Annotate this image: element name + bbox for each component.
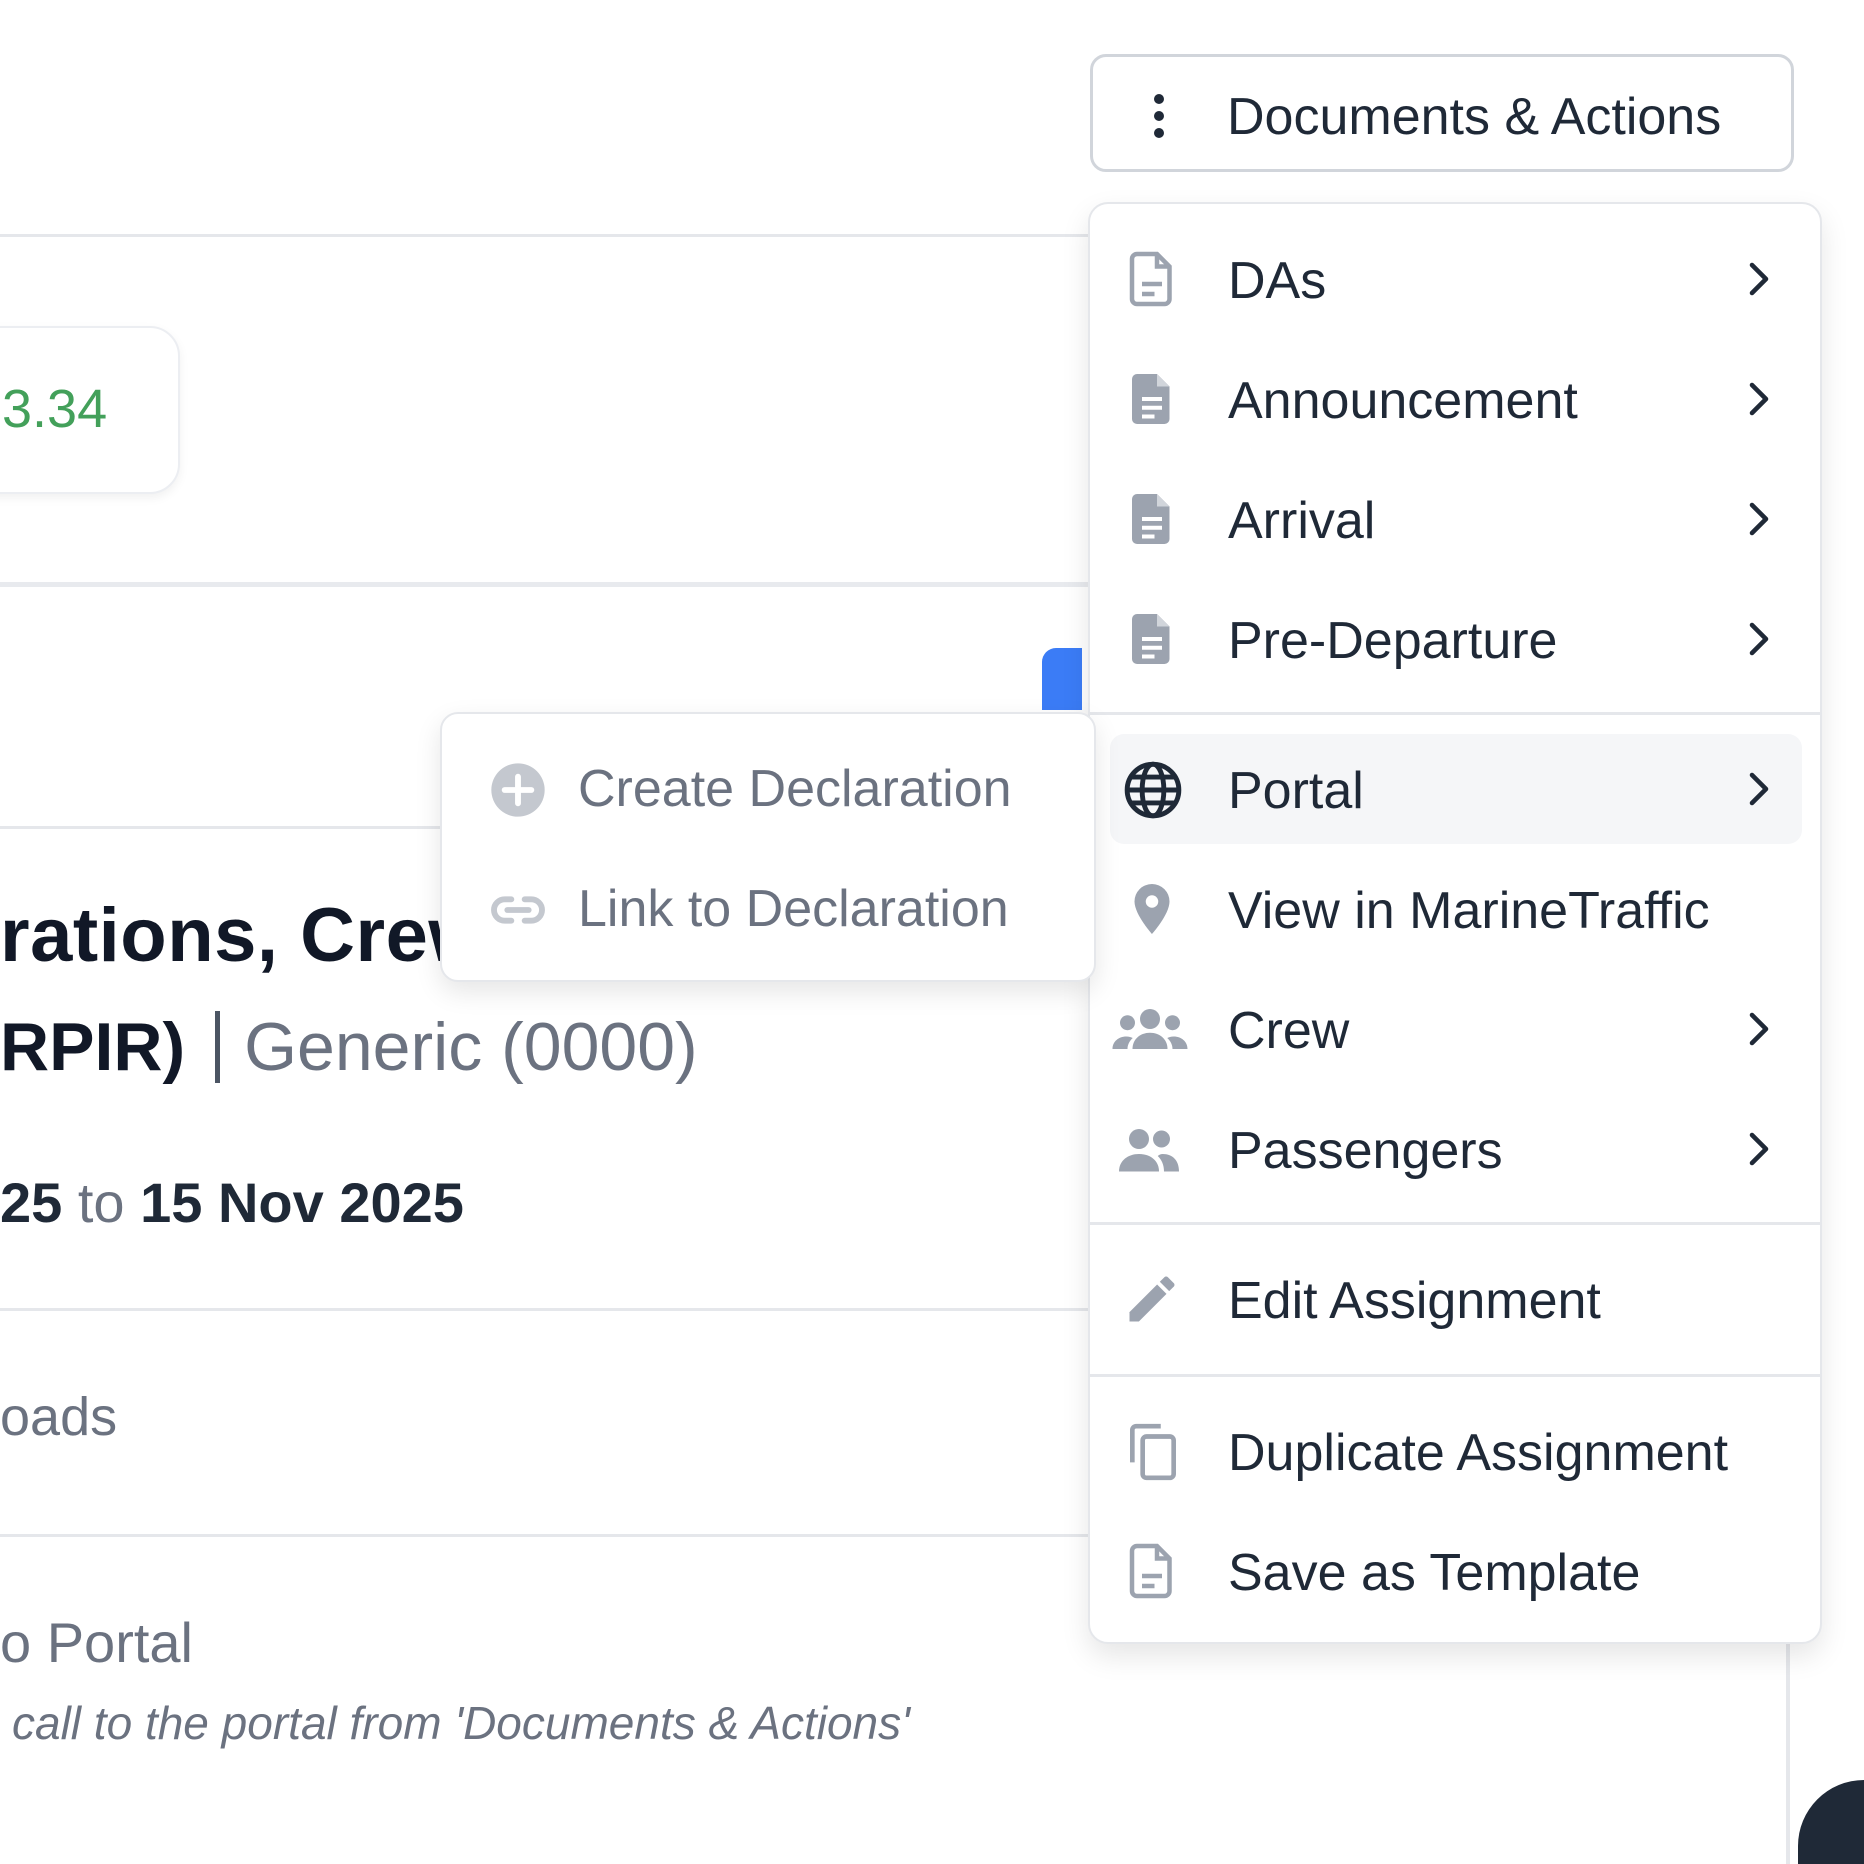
subtitle-separator [215, 1011, 221, 1083]
pencil-icon [1122, 1269, 1182, 1329]
amount-value: 3.34 [2, 379, 108, 439]
section-divider-3 [0, 1308, 1100, 1311]
document-outline-icon [1122, 1541, 1182, 1601]
document-outline-icon [1122, 249, 1182, 309]
documents-actions-label: Documents & Actions [1227, 88, 1722, 146]
submenu-item-link-to-declaration[interactable]: Link to Declaration [442, 852, 1094, 962]
chevron-right-icon [1738, 618, 1780, 660]
portal-section-hint: call to the portal from 'Documents & Act… [12, 1697, 910, 1749]
header-divider [0, 234, 1100, 237]
date-end: 15 Nov 2025 [140, 1171, 464, 1234]
chevron-right-icon [1738, 1128, 1780, 1170]
subtitle-code: RPIR) [0, 1009, 186, 1085]
chevron-right-icon [1738, 498, 1780, 540]
menu-item-label: Portal [1228, 762, 1364, 820]
submenu-item-label: Link to Declaration [578, 880, 1009, 938]
menu-item-arrival[interactable]: Arrival [1110, 464, 1802, 574]
menu-divider [1090, 1374, 1820, 1377]
menu-item-label: Passengers [1228, 1122, 1503, 1180]
section-divider-4 [0, 1534, 1100, 1537]
menu-item-portal[interactable]: Portal [1110, 734, 1802, 844]
menu-item-announcement[interactable]: Announcement [1110, 344, 1802, 454]
menu-item-label: Crew [1228, 1002, 1350, 1060]
menu-item-label: Arrival [1228, 492, 1376, 550]
menu-item-label: Edit Assignment [1228, 1272, 1601, 1330]
assignment-title: rations, Crew [0, 893, 488, 978]
blue-tab-indicator[interactable] [1042, 648, 1082, 710]
documents-actions-button[interactable]: Documents & Actions [1090, 54, 1794, 172]
chevron-right-icon [1738, 1008, 1780, 1050]
documents-actions-menu: DAs Announcement Arrival Pre-Departure P… [1088, 202, 1822, 1644]
menu-divider [1090, 712, 1820, 715]
chevron-right-icon [1738, 258, 1780, 300]
date-to: to [77, 1171, 125, 1234]
link-icon [486, 878, 550, 942]
menu-item-label: Pre-Departure [1228, 612, 1558, 670]
submenu-item-create-declaration[interactable]: Create Declaration [442, 732, 1094, 842]
section-divider [0, 582, 1100, 587]
menu-divider [1090, 1222, 1820, 1225]
menu-item-passengers[interactable]: Passengers [1110, 1094, 1802, 1204]
menu-item-label: Announcement [1228, 372, 1578, 430]
menu-item-view-in-marinetraffic[interactable]: View in MarineTraffic [1110, 854, 1802, 964]
section-divider-2 [0, 826, 450, 829]
menu-item-label: View in MarineTraffic [1228, 882, 1710, 940]
uploads-label: oads [0, 1387, 118, 1447]
group-icon [1110, 999, 1190, 1059]
assignment-dates: 25 to 15 Nov 2025 [0, 1170, 464, 1235]
map-pin-icon [1122, 879, 1182, 939]
menu-item-save-as-template[interactable]: Save as Template [1110, 1516, 1802, 1626]
chevron-right-icon [1738, 378, 1780, 420]
menu-item-pre-departure[interactable]: Pre-Departure [1110, 584, 1802, 694]
document-filled-icon [1122, 489, 1182, 549]
submenu-item-label: Create Declaration [578, 760, 1012, 818]
date-start: 25 [0, 1171, 63, 1234]
menu-item-crew[interactable]: Crew [1110, 974, 1802, 1084]
portal-section-title: o Portal [0, 1611, 193, 1674]
plus-circle-icon [486, 758, 550, 822]
assignment-subtitle: RPIR) Generic (0000) [0, 1008, 698, 1086]
menu-item-label: Save as Template [1228, 1544, 1641, 1602]
menu-item-das[interactable]: DAs [1110, 224, 1802, 334]
menu-item-label: Duplicate Assignment [1228, 1424, 1729, 1482]
subtitle-generic: Generic (0000) [244, 1009, 698, 1085]
kebab-menu-icon [1153, 93, 1165, 144]
portal-submenu: Create Declaration Link to Declaration [440, 712, 1096, 982]
document-filled-icon [1122, 369, 1182, 429]
window-corner [1798, 1780, 1864, 1864]
menu-item-edit-assignment[interactable]: Edit Assignment [1110, 1244, 1802, 1354]
copy-icon [1122, 1421, 1182, 1481]
people-icon [1114, 1119, 1184, 1179]
menu-item-duplicate-assignment[interactable]: Duplicate Assignment [1110, 1396, 1802, 1506]
document-filled-icon [1122, 609, 1182, 669]
menu-item-label: DAs [1228, 252, 1327, 310]
globe-icon [1122, 759, 1182, 819]
chevron-right-icon [1738, 768, 1780, 810]
